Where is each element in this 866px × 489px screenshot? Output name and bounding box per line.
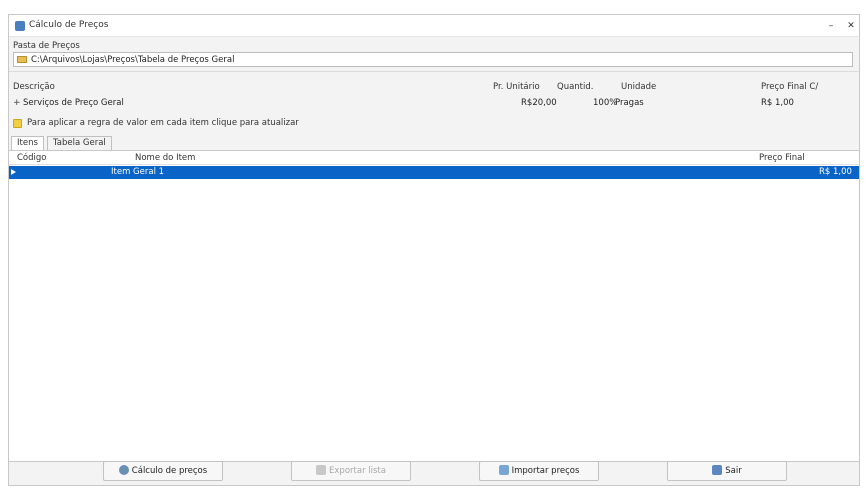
window-title: Cálculo de Preços	[29, 20, 109, 30]
app-icon	[15, 21, 25, 31]
tab-general-table[interactable]: Tabela Geral	[47, 136, 112, 150]
pricing-description: Serviços de Preço Geral	[23, 98, 124, 108]
pricing-unit-price: R$20,00	[521, 98, 557, 108]
final-price-header: Preço Final C/	[761, 82, 819, 92]
folder-icon	[17, 56, 27, 63]
import-icon	[498, 465, 509, 475]
status-message: Para aplicar a regra de valor em cada it…	[27, 118, 299, 128]
items-list[interactable]: Código Nome do Item Preço Final Item Ger…	[9, 150, 859, 462]
row-marker-icon	[11, 169, 16, 175]
pricing-unit: Pragas	[615, 98, 644, 108]
list-header: Código Nome do Item Preço Final	[9, 151, 859, 165]
export-list-label: Exportar lista	[329, 466, 386, 476]
gear-icon	[118, 465, 129, 475]
row-name: Item Geral 1	[111, 167, 165, 177]
unit-header: Unidade	[621, 82, 657, 92]
code-column-header[interactable]: Código	[17, 153, 47, 163]
pricing-quantity: 100%	[593, 98, 618, 108]
calculate-prices-label: Cálculo de preços	[131, 466, 208, 476]
unit-price-header: Pr. Unitário	[493, 82, 540, 92]
export-icon	[316, 465, 327, 475]
warning-icon	[13, 119, 22, 128]
final-value-column-header[interactable]: Preço Final	[759, 153, 805, 163]
tab-items[interactable]: Itens	[11, 136, 44, 150]
description-header: Descrição	[13, 82, 55, 92]
name-column-header[interactable]: Nome do Item	[135, 153, 195, 163]
exit-label: Sair	[725, 466, 742, 476]
minimize-button[interactable]: –	[821, 18, 841, 34]
export-list-button[interactable]: Exportar lista	[291, 461, 411, 481]
pricing-final-price: R$ 1,00	[761, 98, 794, 108]
folder-path-text: C:\Arquivos\Lojas\Preços\Tabela de Preço…	[31, 55, 235, 65]
row-value: R$ 1,00	[819, 167, 852, 177]
title-bar[interactable]: Cálculo de Preços – ✕	[9, 15, 859, 37]
import-prices-button[interactable]: Importar preços	[479, 461, 599, 481]
price-calculation-window: Cálculo de Preços – ✕ Pasta de Preços C:…	[8, 14, 860, 486]
exit-button[interactable]: Sair	[667, 461, 787, 481]
folder-label: Pasta de Preços	[13, 41, 80, 51]
folder-path-field[interactable]: C:\Arquivos\Lojas\Preços\Tabela de Preço…	[13, 52, 853, 67]
calculate-prices-button[interactable]: Cálculo de preços	[103, 461, 223, 481]
quantity-header: Quantid.	[557, 82, 594, 92]
expand-toggle[interactable]: +	[13, 98, 21, 108]
close-button[interactable]: ✕	[841, 18, 861, 34]
divider	[9, 71, 859, 72]
exit-icon	[712, 465, 723, 475]
table-row[interactable]: Item Geral 1 R$ 1,00	[9, 166, 859, 179]
import-prices-label: Importar preços	[511, 466, 580, 476]
